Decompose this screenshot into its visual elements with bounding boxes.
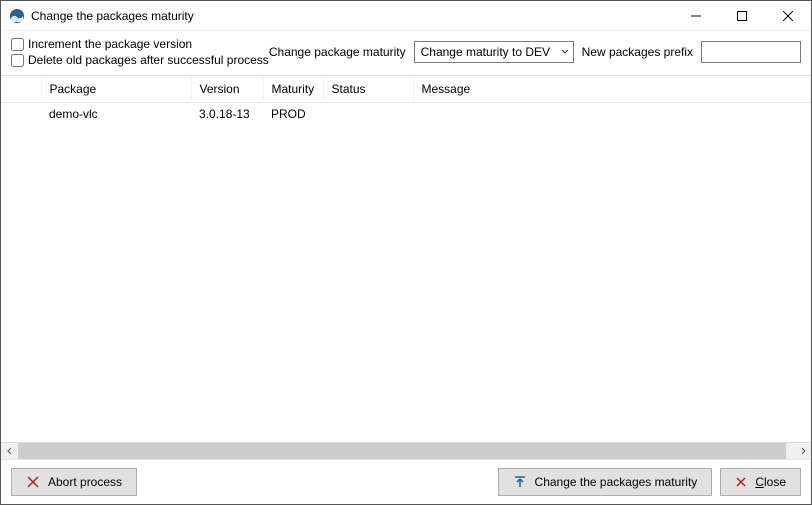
maturity-combobox-value: Change maturity to DEV [421,45,550,59]
delete-old-checkbox[interactable]: Delete old packages after successful pro… [11,53,269,67]
cell-version: 3.0.18-13 [191,103,263,126]
column-header-spacer[interactable] [1,76,41,103]
column-header-version[interactable]: Version [191,76,263,103]
upload-arrow-icon [513,475,527,489]
delete-old-label: Delete old packages after successful pro… [28,53,269,67]
abort-process-label: Abort process [48,475,122,489]
minimize-button[interactable] [673,1,719,30]
increment-version-checkbox[interactable]: Increment the package version [11,37,269,51]
cell-package: demo-vlc [41,103,191,126]
close-button[interactable]: Close [720,468,801,496]
horizontal-scrollbar[interactable] [1,442,811,459]
prefix-label: New packages prefix [582,45,693,59]
table-row[interactable]: demo-vlc 3.0.18-13 PROD [1,103,811,126]
options-bar: Increment the package version Delete old… [1,31,811,76]
chevron-down-icon [561,45,569,59]
delete-old-input[interactable] [11,54,24,67]
maximize-button[interactable] [719,1,765,30]
change-maturity-label: Change package maturity [269,45,406,59]
change-maturity-button-label: Change the packages maturity [535,475,698,489]
increment-version-input[interactable] [11,38,24,51]
dialog-window: Change the packages maturity Increment t… [0,0,812,505]
options-right: Change package maturity Change maturity … [269,37,801,67]
close-button-label: Close [755,475,786,489]
cell-message [413,103,811,126]
cancel-icon [26,475,40,489]
options-left: Increment the package version Delete old… [11,37,269,67]
cell-status [323,103,413,126]
scrollbar-track[interactable] [18,443,794,459]
cell-maturity: PROD [263,103,323,126]
window-controls [673,1,811,30]
increment-version-label: Increment the package version [28,37,192,51]
scrollbar-thumb[interactable] [18,443,786,459]
footer: Abort process Change the packages maturi… [1,459,811,504]
scroll-left-arrow-icon[interactable] [1,443,18,459]
table-wrap: Package Version Maturity Status Message … [1,76,811,459]
table-header-row: Package Version Maturity Status Message [1,76,811,103]
abort-process-button[interactable]: Abort process [11,468,137,496]
packages-table[interactable]: Package Version Maturity Status Message … [1,76,811,442]
column-header-message[interactable]: Message [413,76,811,103]
app-icon [9,8,25,24]
column-header-maturity[interactable]: Maturity [263,76,323,103]
prefix-input[interactable] [701,41,801,63]
column-header-status[interactable]: Status [323,76,413,103]
scroll-right-arrow-icon[interactable] [794,443,811,459]
close-window-button[interactable] [765,1,811,30]
change-maturity-button[interactable]: Change the packages maturity [498,468,713,496]
close-icon [735,476,747,488]
window-title: Change the packages maturity [31,9,673,23]
maturity-combobox[interactable]: Change maturity to DEV [414,41,574,63]
column-header-package[interactable]: Package [41,76,191,103]
title-bar: Change the packages maturity [1,1,811,31]
